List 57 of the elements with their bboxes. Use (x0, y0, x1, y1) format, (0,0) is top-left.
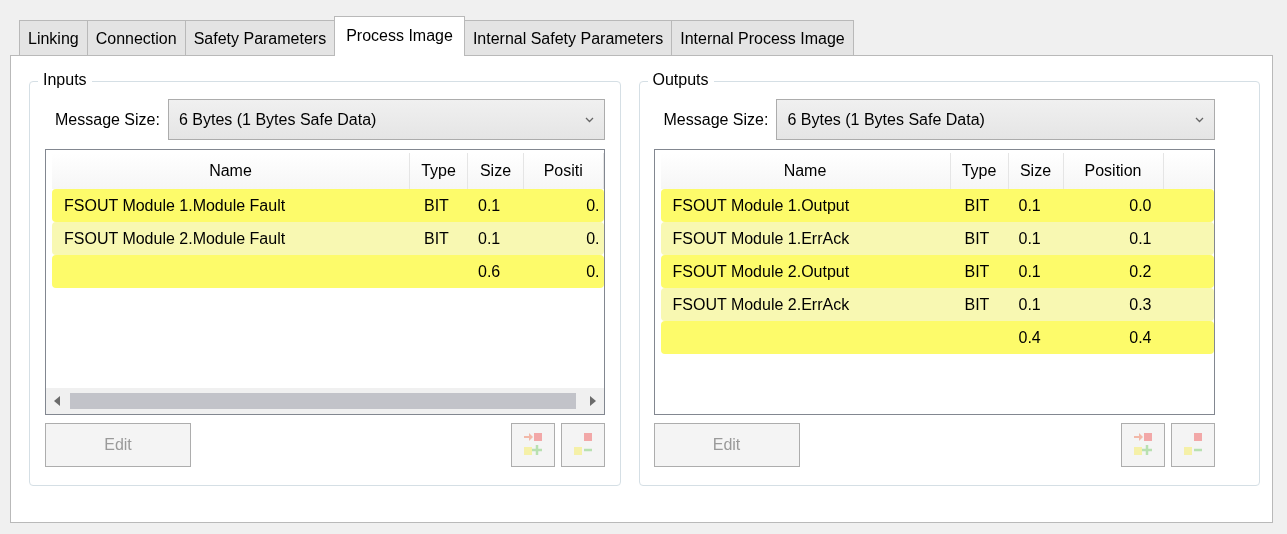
remove-icon (573, 433, 592, 457)
table-cell: 0.1 (478, 229, 501, 247)
table-cell: 0. (586, 196, 600, 214)
table-cell: BIT (964, 196, 990, 214)
table-cell: BIT (964, 229, 990, 247)
caret-icon (584, 116, 594, 123)
table-row[interactable]: 0.4 0.4 (660, 321, 1214, 354)
tab[interactable]: Connection (86, 20, 186, 55)
field-label: Message Size: (55, 110, 160, 129)
table-cell: 0.6 (478, 262, 501, 280)
scroll-left-icon[interactable] (54, 396, 60, 406)
table-row[interactable]: FSOUT Module 2.Module Fault BIT 0.1 0. (52, 222, 604, 255)
table-cell: 0.1 (1018, 262, 1041, 280)
table-cell: 0.1 (1018, 295, 1041, 313)
message-size-dropdown[interactable]: 6 Bytes (1 Bytes Safe Data) (167, 99, 605, 140)
tab[interactable]: Safety Parameters (184, 20, 336, 55)
table-row[interactable]: FSOUT Module 2.ErrAck BIT 0.1 0.3 (660, 288, 1214, 321)
field-label: Message Size: (663, 110, 769, 129)
table-cell: BIT (964, 295, 990, 313)
table-cell: FSOUT Module 2.Output (672, 262, 850, 280)
table-row[interactable]: 0.6 0. (52, 255, 604, 288)
add-icon (1134, 433, 1152, 457)
table-cell: FSOUT Module 2.ErrAck (672, 295, 850, 313)
tab[interactable]: Linking (19, 20, 88, 55)
table-cell: FSOUT Module 1.Output (672, 196, 850, 214)
table-cell: 0.3 (1129, 295, 1152, 313)
table-cell: BIT (964, 262, 990, 280)
table-cell: 0.0 (1129, 196, 1152, 214)
tab[interactable]: Internal Process Image (671, 20, 854, 55)
table-cell: FSOUT Module 2.Module Fault (64, 229, 286, 247)
table-row[interactable]: FSOUT Module 1.Module Fault BIT 0.1 0. (52, 189, 604, 222)
table-cell: BIT (424, 229, 449, 247)
table-cell: FSOUT Module 1.ErrAck (672, 229, 850, 247)
table-cell: 0. (586, 229, 600, 247)
table-cell: BIT (424, 196, 449, 214)
table-cell: 0.1 (478, 196, 501, 214)
remove-icon (1184, 433, 1202, 457)
group-title: Outputs (647, 71, 714, 89)
message-size-dropdown[interactable]: 6 Bytes (1 Bytes Safe Data) (776, 99, 1215, 140)
caret-icon (1195, 116, 1204, 123)
tab[interactable]: Process Image (334, 16, 465, 56)
table-cell: 0.1 (1018, 229, 1041, 247)
table-cell: 0.2 (1129, 262, 1152, 280)
scrollbar-thumb[interactable] (70, 393, 576, 409)
table-row[interactable]: FSOUT Module 2.Output BIT 0.1 0.2 (660, 255, 1214, 288)
tab[interactable]: Internal Safety Parameters (463, 20, 673, 55)
table-row[interactable]: FSOUT Module 1.Output BIT 0.1 0.0 (660, 189, 1214, 222)
table-cell: FSOUT Module 1.Module Fault (64, 196, 286, 214)
table-cell: 0. (586, 262, 600, 280)
table-cell: 0.1 (1018, 196, 1041, 214)
group-title: Inputs (38, 71, 92, 89)
table-cell: 0.4 (1129, 328, 1152, 346)
table-cell: 0.1 (1129, 229, 1152, 247)
table-row[interactable]: FSOUT Module 1.ErrAck BIT 0.1 0.1 (660, 222, 1214, 255)
scroll-right-icon[interactable] (589, 396, 596, 406)
table-cell: 0.4 (1018, 328, 1041, 346)
add-icon (523, 433, 542, 457)
